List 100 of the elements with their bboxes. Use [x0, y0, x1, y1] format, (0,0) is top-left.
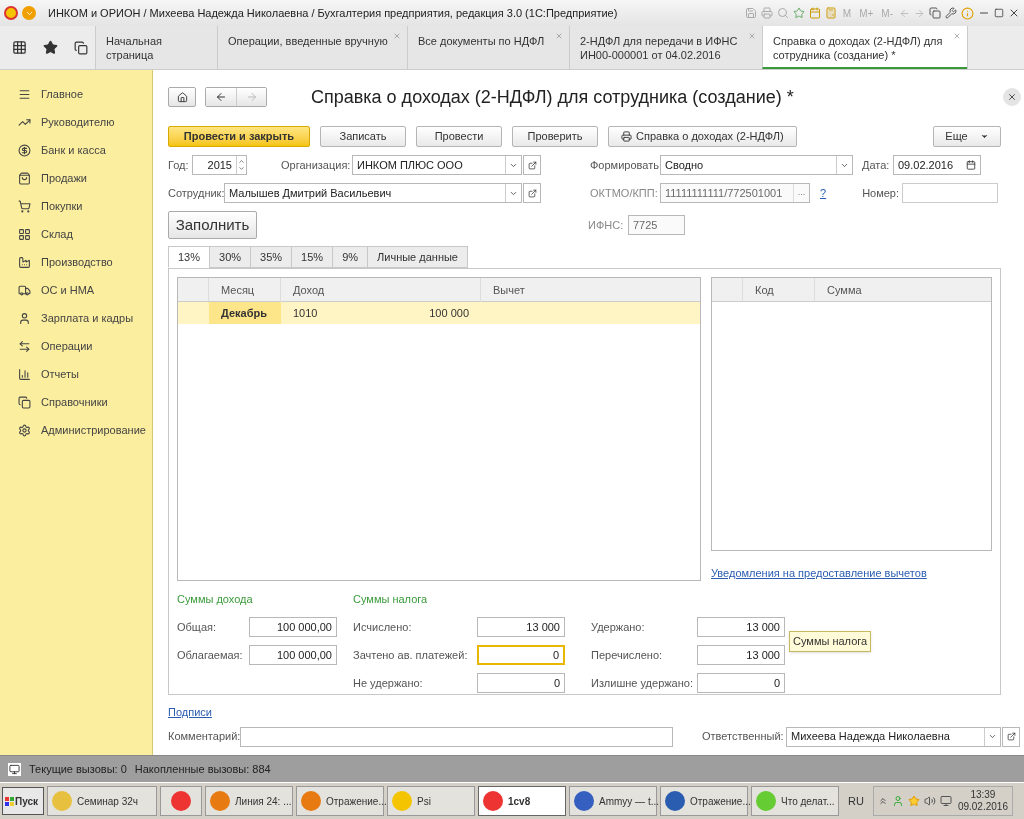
- amount-field[interactable]: 13 000: [477, 617, 565, 637]
- field-label: Удержано:: [591, 619, 646, 635]
- spin-button[interactable]: [236, 156, 246, 174]
- sidebar-item[interactable]: Банк и касса: [0, 136, 152, 164]
- sidebar-item[interactable]: Отчеты: [0, 360, 152, 388]
- sidebar-item[interactable]: Зарплата и кадры: [0, 304, 152, 332]
- fill-button[interactable]: Заполнить: [168, 211, 257, 239]
- field-label: ИФНС:: [588, 217, 625, 233]
- field-label: Общая:: [177, 619, 218, 635]
- language-indicator[interactable]: RU: [848, 792, 864, 810]
- sidebar-item[interactable]: Главное: [0, 80, 152, 108]
- home-button[interactable]: [168, 87, 196, 107]
- amount-field[interactable]: 100 000,00: [249, 617, 337, 637]
- amount-field[interactable]: 0: [697, 673, 785, 693]
- up-icon: [238, 158, 245, 165]
- field-label: Исчислено:: [353, 619, 413, 635]
- column-header[interactable]: Вычет: [481, 277, 700, 302]
- apps-icon: [12, 40, 27, 55]
- field-label: Формировать:: [590, 157, 660, 173]
- number-field[interactable]: [902, 183, 999, 203]
- close-tab-icon[interactable]: [393, 32, 401, 40]
- toolbar-button[interactable]: Записать: [320, 126, 406, 147]
- app-icon: [756, 791, 776, 811]
- close-button[interactable]: [1003, 88, 1021, 106]
- column-header[interactable]: Сумма: [815, 278, 991, 301]
- menu-button[interactable]: [22, 6, 36, 20]
- close-tab-icon[interactable]: [555, 32, 563, 40]
- mode-field[interactable]: Сводно: [660, 155, 853, 175]
- taskbar-button[interactable]: 1cv8: [478, 786, 566, 816]
- open-button[interactable]: [1002, 726, 1020, 747]
- sidebar-item[interactable]: Производство: [0, 248, 152, 276]
- sidebar-item[interactable]: Администрирование: [0, 416, 152, 444]
- open-icon: [1006, 732, 1016, 741]
- amount-field[interactable]: 0: [477, 645, 565, 665]
- rate-tab[interactable]: 30%: [209, 246, 252, 268]
- rate-tab[interactable]: Личные данные: [367, 246, 468, 268]
- close-tab-icon[interactable]: [748, 32, 756, 40]
- sidebar-item[interactable]: ОС и НМА: [0, 276, 152, 304]
- start-button[interactable]: Пуск: [2, 787, 44, 815]
- exchange-icon: [18, 339, 31, 353]
- calendar-icon: [966, 160, 976, 170]
- document-tab[interactable]: Справка о доходах (2-НДФЛ) для сотрудника (создание) *: [762, 26, 967, 69]
- field-label: Сотрудник:: [168, 185, 224, 201]
- post-close-button[interactable]: Провести и закрыть: [168, 126, 310, 147]
- document-tab[interactable]: Все документы по НДФЛ: [407, 26, 569, 69]
- sidebar-item[interactable]: Продажи: [0, 164, 152, 192]
- back-icon: [215, 91, 227, 103]
- close-tab-icon[interactable]: [953, 32, 961, 40]
- amount-field[interactable]: 100 000,00: [249, 645, 337, 665]
- back-button[interactable]: [206, 88, 236, 106]
- sidebar-item[interactable]: Покупки: [0, 192, 152, 220]
- forward-button[interactable]: [236, 88, 266, 106]
- open-button[interactable]: [523, 155, 541, 175]
- taskbar-button[interactable]: Отражение...: [296, 786, 384, 816]
- sidebar-item[interactable]: Операции: [0, 332, 152, 360]
- date-field[interactable]: 09.02.2016: [893, 155, 981, 175]
- year-field[interactable]: 2015: [192, 155, 247, 175]
- taskbar-button[interactable]: Что делат...: [751, 786, 839, 816]
- open-button[interactable]: [523, 183, 541, 203]
- document-tab[interactable]: Начальная страница: [95, 26, 217, 69]
- toolbar-button[interactable]: Провести: [416, 126, 502, 147]
- field-label: Перечислено:: [591, 647, 664, 663]
- toolbar-button[interactable]: Проверить: [512, 126, 598, 147]
- amount-field[interactable]: 13 000: [697, 617, 785, 637]
- sidebar-item[interactable]: Склад: [0, 220, 152, 248]
- document-tab[interactable]: 2-НДФЛ для передачи в ИФНС ИН00-000001 от 04.02.2016: [569, 26, 762, 69]
- taskbar-button[interactable]: Ammyy — t...: [569, 786, 657, 816]
- amount-field[interactable]: 0: [477, 673, 565, 693]
- taskbar-button[interactable]: Семинар 32ч: [47, 786, 157, 816]
- settings-icon: [18, 423, 31, 437]
- restore-icon: [994, 8, 1004, 18]
- field-label: Облагаемая:: [177, 647, 244, 663]
- sidebar-item[interactable]: Справочники: [0, 388, 152, 416]
- signatures-link[interactable]: Подписи: [168, 704, 212, 721]
- document-tab[interactable]: Операции, введенные вручную: [217, 26, 407, 69]
- notifications-link[interactable]: Уведомления на предоставление вычетов: [711, 564, 992, 581]
- rate-tab[interactable]: 9%: [332, 246, 369, 268]
- rate-tab[interactable]: 35%: [250, 246, 293, 268]
- more-button[interactable]: Еще: [933, 126, 1001, 147]
- rate-tab[interactable]: 13%: [168, 246, 211, 268]
- sidebar-item[interactable]: Руководителю: [0, 108, 152, 136]
- pages-icon: [18, 395, 31, 409]
- amount-field[interactable]: 13 000: [697, 645, 785, 665]
- app-icon: [574, 791, 594, 811]
- taskbar-button[interactable]: Psi: [387, 786, 475, 816]
- home-icon: [176, 91, 188, 103]
- field-label: Год:: [168, 157, 190, 173]
- table-row[interactable]: Декабрь 1010 100 000: [178, 302, 700, 324]
- column-header[interactable]: Доход: [281, 277, 481, 302]
- taskbar-button[interactable]: Линия 24: ...: [205, 786, 293, 816]
- open-icon: [527, 188, 537, 198]
- toolbar-button[interactable]: Справка о доходах (2-НДФЛ): [608, 126, 797, 147]
- rate-tab[interactable]: 15%: [291, 246, 334, 268]
- taskbar-button[interactable]: [160, 786, 202, 816]
- column-header[interactable]: Месяц: [209, 277, 281, 302]
- status-text: Накопленные вызовы: 884: [134, 761, 271, 777]
- comment-field[interactable]: [240, 726, 673, 747]
- column-header[interactable]: Код: [743, 278, 815, 301]
- field-label: Зачтено ав. платежей:: [353, 647, 469, 663]
- taskbar-button[interactable]: Отражение...: [660, 786, 748, 816]
